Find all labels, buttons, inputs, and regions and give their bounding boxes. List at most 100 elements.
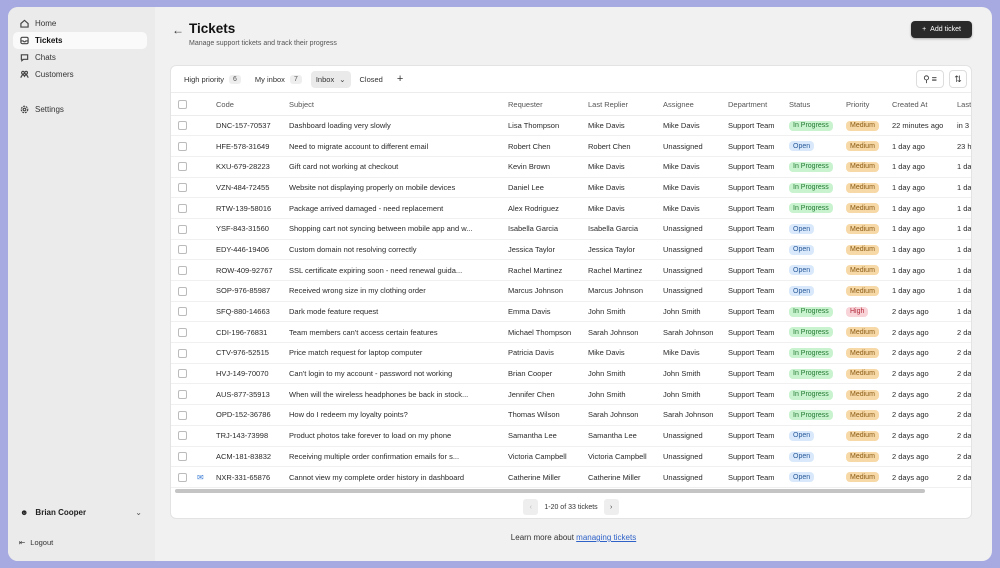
row-checkbox[interactable] (171, 115, 197, 137)
tab-inbox[interactable]: Inbox ⌄ (310, 70, 351, 88)
status-badge: In Progress (789, 410, 833, 421)
cell-assignee: Mike Davis (663, 342, 728, 364)
table-row[interactable]: AUS-877-35913 When will the wireless head… (171, 383, 971, 406)
logout-button[interactable]: ⇤ Logout (19, 538, 53, 547)
cell-assignee: Unassigned (663, 466, 728, 488)
row-checkbox[interactable] (171, 259, 197, 281)
gear-icon (20, 105, 29, 114)
table-row[interactable]: HFE-578-31649 Need to migrate account to … (171, 135, 971, 157)
sort-button[interactable]: ⇅ (949, 70, 967, 88)
horizontal-scrollbar[interactable] (175, 489, 925, 493)
sidebar-item-customers[interactable]: Customers (13, 66, 147, 83)
sidebar-item-tickets[interactable]: Tickets (13, 32, 147, 49)
row-checkbox[interactable] (171, 342, 197, 364)
column-header[interactable]: Code (216, 94, 289, 116)
column-header[interactable]: Created At (892, 94, 957, 116)
cell-last-replier: Isabella Garcia (588, 218, 663, 240)
cell-assignee: Mike Davis (663, 177, 728, 199)
table-row[interactable]: ACM-181-83832 Receiving multiple order co… (171, 446, 971, 468)
cell-code: CTV-976-52515 (216, 342, 289, 364)
priority-badge: Medium (846, 265, 879, 276)
column-header[interactable]: Subject (289, 94, 508, 116)
row-checkbox[interactable] (171, 383, 197, 406)
row-checkbox[interactable] (171, 239, 197, 261)
column-header[interactable]: Priority (846, 94, 892, 116)
cell-last: 1 da (957, 301, 971, 323)
prev-page-button[interactable]: ‹ (523, 499, 539, 515)
row-checkbox[interactable] (171, 218, 197, 240)
select-all-checkbox[interactable] (171, 94, 197, 116)
table-row[interactable]: HVJ-149-70070 Can't login to my account -… (171, 363, 971, 385)
table-row[interactable]: YSF-843-31560 Shopping cart not syncing b… (171, 218, 971, 240)
indicator-cell (197, 135, 216, 157)
priority-cell: Medium (846, 363, 892, 385)
table-row[interactable]: OPD-152-36786 How do I redeem my loyalty … (171, 404, 971, 426)
table-row[interactable]: KXU-679-28223 Gift card not working at ch… (171, 156, 971, 178)
column-header[interactable]: Last Replier (588, 94, 663, 116)
back-arrow-icon[interactable]: ← (172, 23, 184, 37)
table-row[interactable]: DNC-157-70537 Dashboard loading very slow… (171, 115, 971, 137)
table-row[interactable]: SFQ-880-14663 Dark mode feature request Em… (171, 301, 971, 323)
tab-high-priority[interactable]: High priority 6 (179, 71, 246, 88)
table-row[interactable]: EDY-446-19406 Custom domain not resolving… (171, 239, 971, 261)
tab-label: Inbox (315, 74, 335, 84)
row-checkbox[interactable] (171, 363, 197, 385)
row-checkbox[interactable] (171, 177, 197, 199)
table-row[interactable]: SOP-976-85987 Received wrong size in my c… (171, 280, 971, 302)
sidebar-item-home[interactable]: Home (13, 15, 147, 32)
cell-assignee: John Smith (663, 363, 728, 385)
cell-created-at: 1 day ago (892, 259, 957, 281)
sidebar-item-settings[interactable]: Settings (13, 101, 147, 118)
cell-subject: SSL certificate expiring soon - need ren… (289, 259, 508, 281)
add-ticket-button[interactable]: + Add ticket (911, 21, 972, 38)
cell-requester: Marcus Johnson (508, 280, 588, 302)
table-row[interactable]: ROW-409-92767 SSL certificate expiring so… (171, 259, 971, 281)
column-header[interactable]: Last (957, 94, 971, 116)
row-checkbox[interactable] (171, 197, 197, 219)
sidebar-item-chats[interactable]: Chats (13, 49, 147, 66)
status-badge: In Progress (789, 161, 833, 172)
status-cell: Open (789, 239, 846, 261)
column-header[interactable]: Status (789, 94, 846, 116)
status-cell: Open (789, 259, 846, 281)
cell-subject: Product photos take forever to load on m… (289, 425, 508, 447)
cell-requester: Robert Chen (508, 135, 588, 157)
status-cell: Open (789, 466, 846, 488)
row-checkbox[interactable] (171, 321, 197, 344)
cell-last: 2 da (957, 321, 971, 344)
tab-closed[interactable]: Closed (355, 71, 388, 88)
row-checkbox[interactable] (171, 466, 197, 488)
status-cell: In Progress (789, 321, 846, 344)
tab-my-inbox[interactable]: My inbox 7 (250, 71, 307, 88)
inbox-icon (20, 36, 29, 45)
table-row[interactable]: TRJ-143-73998 Product photos take forever… (171, 425, 971, 447)
column-header[interactable]: Requester (508, 94, 588, 116)
column-header[interactable]: Department (728, 94, 789, 116)
table-row[interactable]: RTW-139-58016 Package arrived damaged - n… (171, 197, 971, 219)
table-row[interactable]: VZN-484-72455 Website not displaying prop… (171, 177, 971, 199)
row-checkbox[interactable] (171, 156, 197, 178)
row-checkbox[interactable] (171, 301, 197, 323)
managing-tickets-link[interactable]: managing tickets (576, 533, 636, 542)
status-cell: Open (789, 135, 846, 157)
row-checkbox[interactable] (171, 446, 197, 468)
row-checkbox[interactable] (171, 135, 197, 157)
cell-created-at: 2 days ago (892, 383, 957, 406)
search-filter-button[interactable]: ⚲ ≡ (916, 70, 944, 88)
column-header[interactable]: Assignee (663, 94, 728, 116)
table-row[interactable]: CDI-196-76831 Team members can't access c… (171, 321, 971, 344)
table-row[interactable]: CTV-976-52515 Price match request for lap… (171, 342, 971, 364)
row-checkbox[interactable] (171, 425, 197, 447)
row-checkbox[interactable] (171, 404, 197, 426)
cell-code: ROW-409-92767 (216, 259, 289, 281)
status-badge: Open (789, 265, 815, 276)
cell-assignee: John Smith (663, 383, 728, 406)
row-checkbox[interactable] (171, 280, 197, 302)
app-window: Home Tickets Chats Customers Settings ☻ B… (8, 7, 992, 561)
table-row[interactable]: ✉ NXR-331-65876 Cannot view my complete or… (171, 466, 971, 488)
next-page-button[interactable]: › (603, 499, 619, 515)
cell-department: Support Team (728, 404, 789, 426)
user-menu[interactable]: ☻ Brian Cooper ⌄ (20, 508, 142, 517)
cell-last-replier: Rachel Martinez (588, 259, 663, 281)
add-view-button[interactable]: + (392, 71, 408, 88)
